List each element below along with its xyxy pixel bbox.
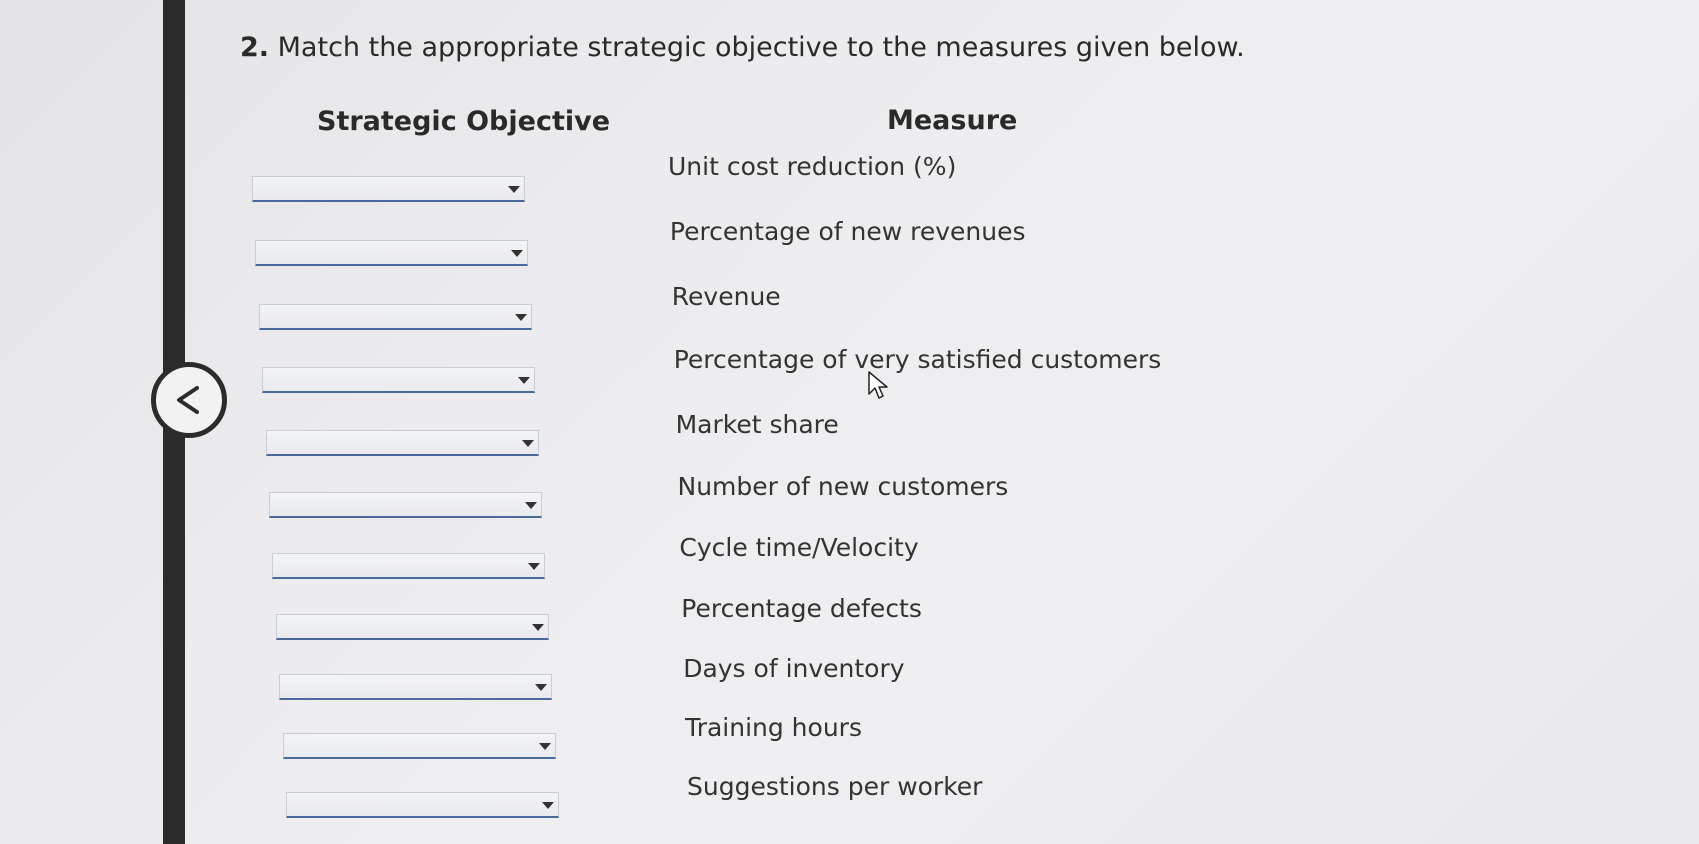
caret-down-icon[interactable] [514, 314, 527, 321]
caret-down-icon[interactable] [518, 377, 531, 384]
caret-down-icon[interactable] [531, 624, 544, 631]
measure-label: Cycle time/Velocity [679, 533, 919, 562]
objective-select-6[interactable] [269, 492, 542, 518]
caret-down-icon[interactable] [521, 440, 534, 447]
objective-select-8[interactable] [275, 614, 549, 640]
caret-down-icon[interactable] [538, 743, 551, 750]
caret-down-icon[interactable] [511, 250, 524, 257]
measure-label: Days of inventory [683, 654, 905, 683]
caret-down-icon[interactable] [508, 186, 520, 193]
mouse-pointer-icon [868, 371, 888, 399]
caret-down-icon[interactable] [528, 563, 541, 570]
measure-label: Number of new customers [677, 472, 1009, 501]
column-header-objective: Strategic Objective [317, 106, 611, 137]
objective-select-5[interactable] [265, 430, 539, 456]
caret-down-icon[interactable] [535, 684, 548, 691]
caret-down-icon[interactable] [542, 802, 554, 809]
objective-select-11[interactable] [286, 792, 559, 818]
measure-label: Training hours [685, 713, 862, 742]
measure-label: Revenue [671, 282, 781, 311]
measure-label: Percentage of new revenues [669, 217, 1026, 246]
column-header-measure: Measure [887, 105, 1018, 136]
objective-select-10[interactable] [282, 733, 556, 759]
caret-down-icon[interactable] [525, 502, 537, 509]
measure-label: Unit cost reduction (%) [668, 152, 957, 181]
question-prompt: 2. Match the appropriate strategic objec… [240, 32, 1245, 63]
back-button[interactable] [151, 362, 227, 438]
objective-select-1[interactable] [252, 176, 525, 202]
measure-label: Suggestions per worker [687, 772, 983, 801]
objective-select-9[interactable] [279, 674, 553, 700]
objective-select-3[interactable] [258, 304, 532, 330]
objective-select-4[interactable] [262, 367, 536, 393]
question-text: Match the appropriate strategic objectiv… [277, 32, 1245, 63]
measure-label: Market share [675, 410, 839, 439]
chevron-left-icon [177, 386, 199, 414]
objective-select-7[interactable] [272, 553, 546, 579]
question-number: 2. [240, 32, 270, 63]
measure-label: Percentage defects [681, 594, 922, 623]
measure-label: Percentage of very satisfied customers [673, 345, 1162, 374]
objective-select-2[interactable] [255, 240, 529, 266]
